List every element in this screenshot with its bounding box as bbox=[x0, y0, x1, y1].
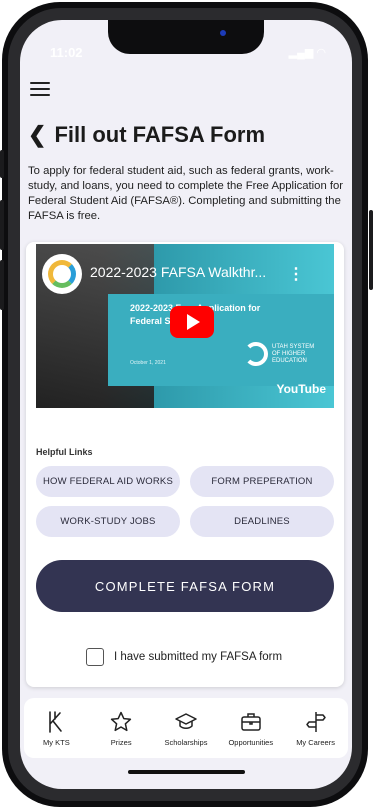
kts-logo-icon bbox=[49, 710, 63, 733]
fafsa-card: 2022-2023 FAFSA Walkthr... ⋮ 2022-2023 F… bbox=[26, 242, 344, 687]
complete-fafsa-button[interactable]: COMPLETE FAFSA FORM bbox=[36, 560, 334, 612]
bottom-tab-bar: My KTS Prizes Scholarships Opportunities bbox=[24, 698, 348, 758]
intro-text: To apply for federal student aid, such a… bbox=[28, 165, 344, 222]
page-title: Fill out FAFSA Form bbox=[54, 122, 266, 147]
more-options-icon[interactable]: ⋮ bbox=[288, 264, 304, 284]
graduation-cap-icon bbox=[175, 712, 197, 729]
link-how-federal-aid-works[interactable]: HOW FEDERAL AID WORKS bbox=[36, 466, 180, 497]
video-player[interactable]: 2022-2023 FAFSA Walkthr... ⋮ 2022-2023 F… bbox=[36, 244, 334, 408]
ush-mark-icon bbox=[244, 342, 268, 366]
status-icons: ▂▄▆ ◠ bbox=[288, 47, 326, 59]
video-slide-date: October 1, 2021 bbox=[130, 360, 166, 366]
home-indicator[interactable] bbox=[128, 770, 245, 774]
tab-opportunities[interactable]: Opportunities bbox=[221, 710, 281, 747]
tab-prizes[interactable]: Prizes bbox=[91, 710, 151, 747]
submitted-checkbox[interactable] bbox=[86, 648, 104, 666]
link-deadlines[interactable]: DEADLINES bbox=[190, 506, 334, 537]
back-chevron-icon[interactable]: ❮ bbox=[28, 122, 46, 148]
tab-label: Opportunities bbox=[228, 737, 274, 747]
app-screen: 11:02 ▂▄▆ ◠ ❮ Fill out FAFSA Form To app… bbox=[20, 20, 352, 789]
volume-down-button bbox=[0, 260, 4, 310]
signpost-icon bbox=[305, 711, 326, 732]
tab-label: Prizes bbox=[110, 737, 132, 747]
submitted-checkbox-row[interactable]: I have submitted my FAFSA form bbox=[86, 648, 282, 666]
video-title: 2022-2023 FAFSA Walkthr... bbox=[90, 264, 267, 280]
tab-label: My Careers bbox=[296, 737, 335, 747]
phone-notch bbox=[108, 20, 264, 54]
title-row: ❮ Fill out FAFSA Form bbox=[28, 122, 265, 148]
mute-switch bbox=[0, 150, 4, 178]
briefcase-icon bbox=[241, 712, 261, 731]
volume-up-button bbox=[0, 200, 4, 250]
star-icon bbox=[111, 711, 132, 731]
tab-label: My KTS bbox=[43, 737, 70, 747]
power-button bbox=[369, 210, 373, 290]
ush-logo: UTAH SYSTEM OF HIGHER EDUCATION bbox=[244, 342, 318, 366]
play-button-icon[interactable] bbox=[170, 306, 214, 338]
youtube-badge[interactable]: YouTube bbox=[276, 382, 326, 396]
tab-label: Scholarships bbox=[164, 737, 208, 747]
tab-my-kts[interactable]: My KTS bbox=[26, 710, 86, 747]
channel-logo-icon[interactable] bbox=[42, 254, 82, 294]
tab-scholarships[interactable]: Scholarships bbox=[156, 710, 216, 747]
helpful-links-label: Helpful Links bbox=[36, 447, 93, 457]
hamburger-menu-icon[interactable] bbox=[30, 82, 50, 98]
ush-org-name: UTAH SYSTEM OF HIGHER EDUCATION bbox=[272, 343, 315, 364]
submitted-checkbox-label: I have submitted my FAFSA form bbox=[114, 651, 283, 663]
link-form-preparation[interactable]: FORM PREPERATION bbox=[190, 466, 334, 497]
camera-dot bbox=[220, 30, 226, 36]
tab-my-careers[interactable]: My Careers bbox=[286, 710, 346, 747]
link-work-study-jobs[interactable]: WORK-STUDY JOBS bbox=[36, 506, 180, 537]
status-time: 11:02 bbox=[50, 45, 83, 60]
